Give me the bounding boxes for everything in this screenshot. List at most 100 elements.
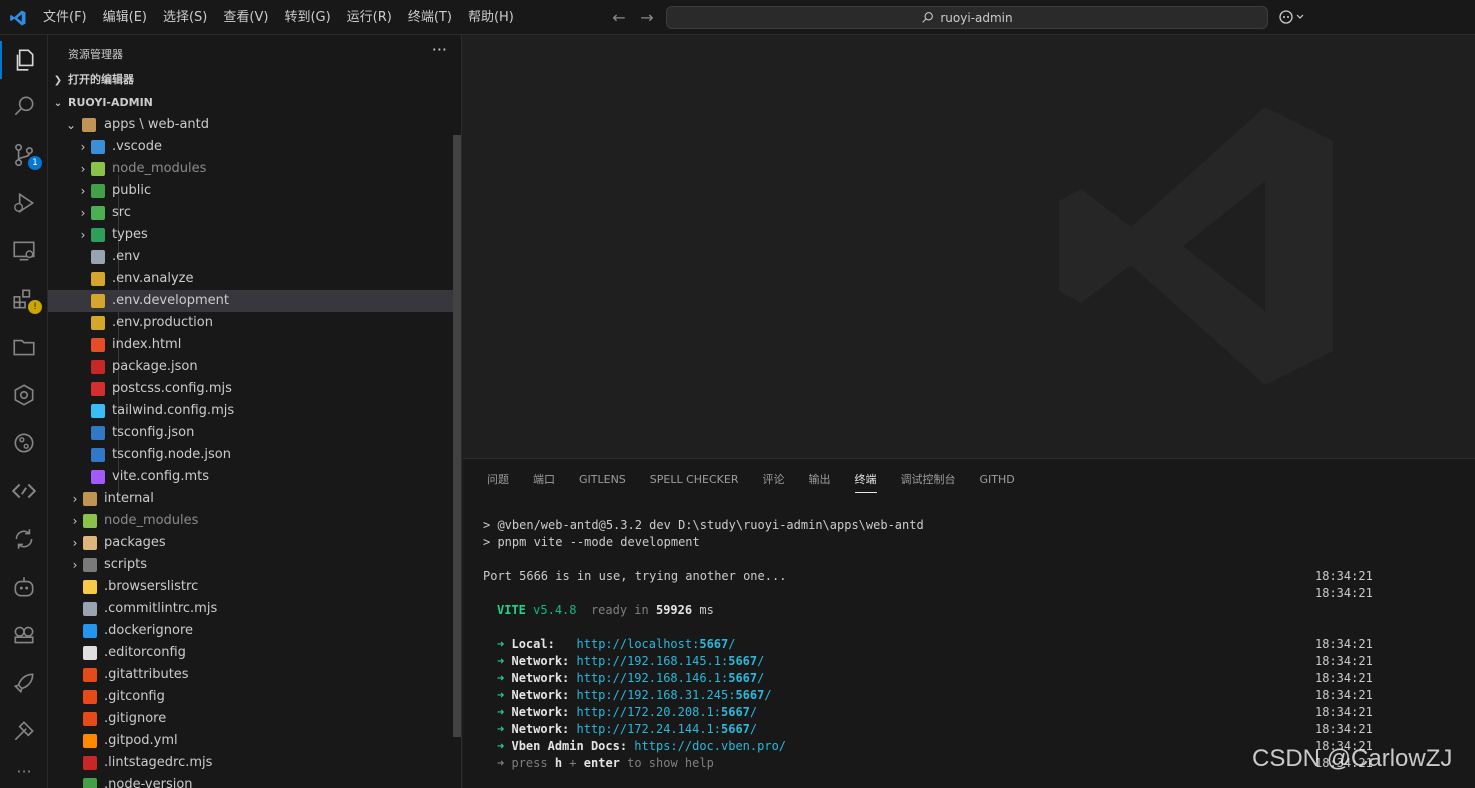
panel-tab[interactable]: 终端	[843, 469, 889, 497]
tree-file[interactable]: .gitattributes	[48, 664, 453, 686]
tools-button[interactable]	[0, 708, 48, 754]
menu-item[interactable]: 运行(R)	[339, 0, 400, 35]
sync-button[interactable]	[0, 516, 48, 562]
menu-item[interactable]: 查看(V)	[215, 0, 276, 35]
tree-file[interactable]: vite.config.mts	[48, 466, 453, 488]
tree-file[interactable]: tsconfig.node.json	[48, 444, 453, 466]
menu-item[interactable]: 转到(G)	[276, 0, 338, 35]
remote-icon	[13, 241, 35, 261]
panel-tab[interactable]: 问题	[475, 469, 521, 497]
url-port: 5667	[735, 688, 765, 702]
tree-folder-apps-web-antd[interactable]: ⌄ apps \ web-antd	[48, 114, 453, 136]
robot-button[interactable]	[0, 564, 48, 610]
tree-file[interactable]: tsconfig.json	[48, 422, 453, 444]
tree-file[interactable]: .browserslistrc	[48, 576, 453, 598]
tree-file[interactable]: .env	[48, 246, 453, 268]
sidebar-more-icon[interactable]: ···	[432, 40, 447, 59]
copilot-icon	[1279, 10, 1304, 24]
tree-file[interactable]: .editorconfig	[48, 642, 453, 664]
arrow-icon: ➜	[497, 654, 505, 668]
folder-icon	[91, 206, 105, 220]
tree-item-label: .commitlintrc.mjs	[104, 601, 218, 616]
menu-item[interactable]: 编辑(E)	[95, 0, 155, 35]
gitlens-button[interactable]	[0, 372, 48, 418]
tree-item-label: tailwind.config.mjs	[112, 403, 235, 418]
code-icon	[11, 483, 37, 499]
panel-tabs: 问题 端口 GITLENS SPELL CHECKER 评论 输出 终端 调试控制台 GITHD	[475, 469, 1027, 497]
folder-icon	[83, 514, 97, 528]
tree-file[interactable]: .gitconfig	[48, 686, 453, 708]
run-debug-button[interactable]	[0, 180, 48, 226]
panel-tab[interactable]: GITLENS	[567, 469, 638, 497]
git-graph-button[interactable]	[0, 420, 48, 466]
tree-file[interactable]: .gitignore	[48, 708, 453, 730]
tree-folder[interactable]: › packages	[48, 532, 453, 554]
url-label: Local:	[511, 637, 555, 651]
menu-item[interactable]: 选择(S)	[155, 0, 215, 35]
game-button[interactable]	[0, 612, 48, 658]
tree-folder[interactable]: › src	[48, 202, 453, 224]
tree-file[interactable]: .lintstagedrc.mjs	[48, 752, 453, 774]
workspace-root-section[interactable]: ⌄ RUOYI-ADMIN	[48, 92, 461, 114]
key-h: h	[554, 756, 563, 770]
more-button[interactable]: ···	[0, 756, 48, 786]
arrow-right-icon[interactable]: →	[636, 8, 658, 27]
sidebar-scrollbar[interactable]	[453, 135, 461, 737]
chevron-right-icon: ›	[72, 514, 78, 528]
copilot-menu[interactable]	[1278, 8, 1310, 28]
source-control-button[interactable]: 1	[0, 132, 48, 178]
arrow-left-icon[interactable]: ←	[608, 8, 630, 27]
tree-item-label: .editorconfig	[104, 645, 186, 660]
tree-file[interactable]: .env.development	[48, 290, 453, 312]
tree-file[interactable]: .gitpod.yml	[48, 730, 453, 752]
panel-tab[interactable]: 调试控制台	[889, 469, 968, 497]
panel-tab[interactable]: 端口	[521, 469, 567, 497]
project-manager-button[interactable]	[0, 324, 48, 370]
tree-folder[interactable]: › .vscode	[48, 136, 453, 158]
tree-folder[interactable]: › types	[48, 224, 453, 246]
tree-item-label: apps \ web-antd	[104, 117, 210, 132]
url-port: 5667	[728, 671, 758, 685]
deploy-button[interactable]	[0, 660, 48, 706]
code-tag-button[interactable]	[0, 468, 48, 514]
tree-file[interactable]: tailwind.config.mjs	[48, 400, 453, 422]
panel-tab[interactable]: 输出	[797, 469, 843, 497]
panel-tab[interactable]: GITHD	[968, 469, 1027, 497]
command-center-search[interactable]: ruoyi-admin	[666, 6, 1268, 29]
menu-item[interactable]: 帮助(H)	[460, 0, 522, 35]
tree-folder[interactable]: › internal	[48, 488, 453, 510]
tree-folder[interactable]: › node_modules	[48, 158, 453, 180]
tree-file[interactable]: index.html	[48, 334, 453, 356]
menu-item[interactable]: 终端(T)	[400, 0, 460, 35]
file-icon	[83, 712, 97, 726]
tree-file[interactable]: package.json	[48, 356, 453, 378]
file-icon	[83, 778, 97, 788]
panel-tab[interactable]: 评论	[751, 469, 797, 497]
ready-text: ready in	[590, 603, 649, 617]
search-button[interactable]	[0, 83, 48, 129]
extensions-button[interactable]: !	[0, 276, 48, 322]
robot-icon	[14, 577, 34, 597]
vscode-logo-icon	[10, 10, 26, 26]
tree-file[interactable]: .node-version	[48, 774, 453, 788]
tree-file[interactable]: .dockerignore	[48, 620, 453, 642]
tree-file[interactable]: postcss.config.mjs	[48, 378, 453, 400]
tree-file[interactable]: .env.analyze	[48, 268, 453, 290]
tree-folder[interactable]: › node_modules	[48, 510, 453, 532]
terminal-line: ➜ press h + enter to show help	[497, 755, 714, 772]
terminal-line: ➜ Network: http://172.24.144.1:5667/	[497, 721, 757, 738]
debug-icon	[14, 192, 35, 214]
tree-folder[interactable]: › scripts	[48, 554, 453, 576]
menu-item[interactable]: 文件(F)	[35, 0, 95, 35]
open-editors-section[interactable]: ❯ 打开的编辑器	[48, 69, 461, 91]
tree-file[interactable]: .env.production	[48, 312, 453, 334]
panel-tab[interactable]: SPELL CHECKER	[638, 469, 751, 497]
explorer-button[interactable]	[0, 37, 48, 83]
vite-version: v5.4.8	[533, 603, 577, 617]
tree-folder[interactable]: › public	[48, 180, 453, 202]
chevron-right-icon: ›	[80, 206, 86, 220]
tree-file[interactable]: .commitlintrc.mjs	[48, 598, 453, 620]
url-suffix: /	[757, 654, 765, 668]
remote-explorer-button[interactable]	[0, 228, 48, 274]
url-suffix: /	[728, 637, 736, 651]
